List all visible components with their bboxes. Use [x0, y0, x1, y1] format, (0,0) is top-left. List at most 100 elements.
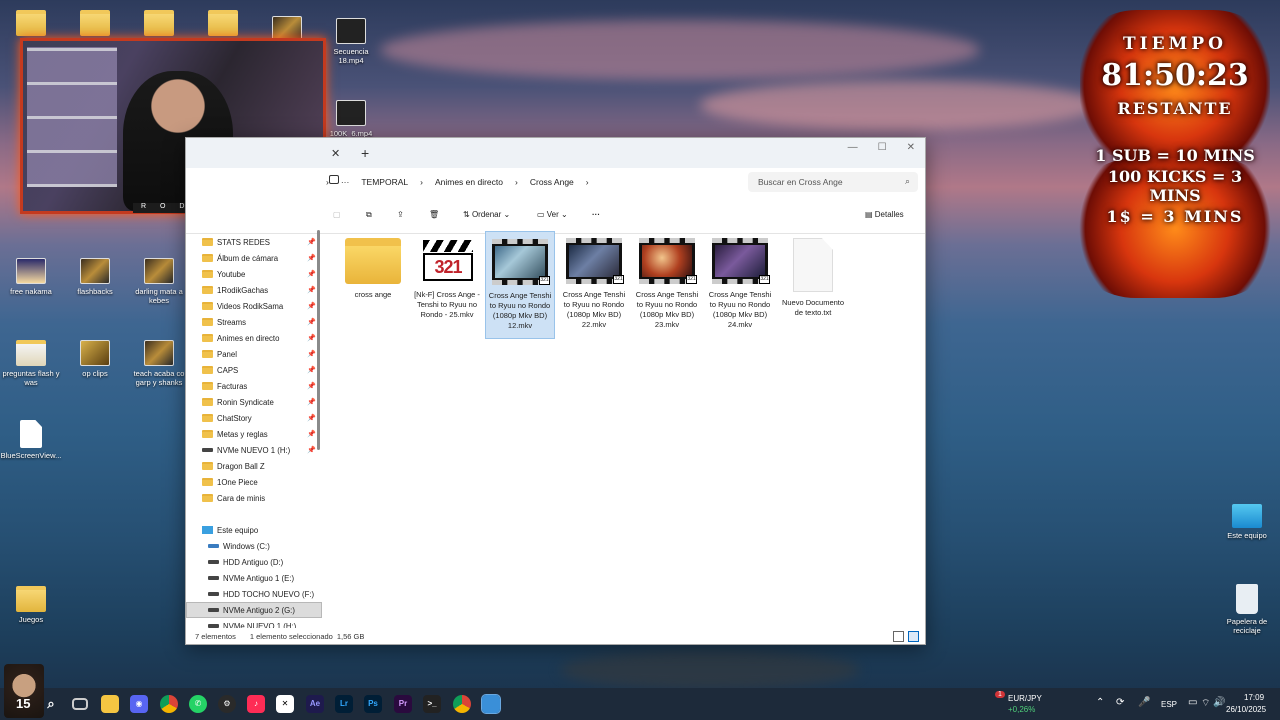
- desktop-icon[interactable]: darling mata a kebes: [128, 258, 190, 305]
- clock-time[interactable]: 17:09: [1244, 693, 1264, 702]
- file-item[interactable]: 321 Cross Ange Tenshi to Ryuu no Rondo (…: [485, 231, 555, 339]
- sidebar-item-drive[interactable]: NVMe Antiguo 1 (E:): [186, 570, 322, 586]
- desktop-icon[interactable]: op clips: [64, 340, 126, 378]
- desktop-icon[interactable]: preguntas flash y was: [0, 340, 62, 387]
- large-icons-view-icon[interactable]: [908, 631, 919, 642]
- sidebar-item-drive[interactable]: NVMe Antiguo 2 (G:): [186, 602, 322, 618]
- sidebar-item[interactable]: STATS REDES 📌: [186, 234, 322, 250]
- selection-status: 1 elemento seleccionado: [249, 631, 333, 641]
- file-item[interactable]: 321 [Nk-F] Cross Ange - Tenshi to Ryuu n…: [412, 231, 482, 339]
- sidebar-item-drive[interactable]: Windows (C:): [186, 538, 322, 554]
- language-indicator[interactable]: ESP: [1161, 700, 1177, 709]
- desktop-icon[interactable]: Este equipo: [1216, 504, 1278, 540]
- sidebar-item[interactable]: 1RodikGachas 📌: [186, 282, 322, 298]
- whatsapp-icon[interactable]: ✆: [189, 695, 207, 713]
- sidebar-item[interactable]: Dragon Ball Z: [186, 458, 322, 474]
- cut-icon[interactable]: ▢: [333, 210, 341, 219]
- sidebar-item[interactable]: Ronin Syndicate 📌: [186, 394, 322, 410]
- delete-icon[interactable]: 🗑: [429, 210, 439, 219]
- desktop-icon[interactable]: [192, 10, 254, 39]
- photos-icon[interactable]: [481, 694, 501, 714]
- desktop-icon[interactable]: [128, 10, 190, 39]
- sidebar-item[interactable]: 1One Piece: [186, 474, 322, 490]
- video-player-file-icon: 321: [419, 238, 475, 284]
- desktop-icon[interactable]: Juegos: [0, 586, 62, 624]
- sidebar-item[interactable]: CAPS 📌: [186, 362, 322, 378]
- minimize-icon[interactable]: —: [848, 142, 858, 153]
- desktop-icon[interactable]: Papelera de reciclaje: [1216, 584, 1278, 635]
- task-view-icon[interactable]: [72, 698, 88, 710]
- file-item[interactable]: Nuevo Documento de texto.txt: [778, 231, 848, 339]
- chrome-icon[interactable]: [453, 695, 471, 713]
- discord-icon[interactable]: ◉: [130, 695, 148, 713]
- sidebar-item-drive[interactable]: HDD TOCHO NUEVO (F:): [186, 586, 322, 602]
- sidebar-item[interactable]: Álbum de cámara 📌: [186, 250, 322, 266]
- desktop-icon[interactable]: teach acaba co garp y shanks: [128, 340, 190, 387]
- after-effects-icon[interactable]: Ae: [306, 695, 324, 713]
- desktop-icon[interactable]: [0, 10, 62, 39]
- sync-icon[interactable]: ⟳: [1116, 697, 1124, 708]
- sidebar-item[interactable]: NVMe NUEVO 1 (H:) 📌: [186, 442, 322, 458]
- sidebar-item-drive[interactable]: HDD Antiguo (D:): [186, 554, 322, 570]
- sidebar-item[interactable]: Videos RodikSama 📌: [186, 298, 322, 314]
- sidebar-item[interactable]: Cara de minis: [186, 490, 322, 506]
- share-icon[interactable]: ⇪: [397, 210, 404, 219]
- chevron-right-icon[interactable]: ›: [586, 177, 589, 187]
- file-item[interactable]: 321 Cross Ange Tenshi to Ryuu no Rondo (…: [632, 231, 702, 339]
- file-explorer-icon[interactable]: [101, 695, 119, 713]
- search-icon[interactable]: ⌕: [42, 695, 60, 713]
- lightroom-icon[interactable]: Lr: [335, 695, 353, 713]
- steam-icon[interactable]: ⚙: [218, 695, 236, 713]
- tiktok-icon[interactable]: ♪: [247, 695, 265, 713]
- maximize-icon[interactable]: ☐: [878, 142, 887, 153]
- photoshop-icon[interactable]: Ps: [364, 695, 382, 713]
- sidebar-item[interactable]: Facturas 📌: [186, 378, 322, 394]
- details-view-icon[interactable]: [893, 631, 904, 642]
- sidebar-item-this-pc[interactable]: Este equipo: [186, 522, 322, 538]
- sidebar-item[interactable]: Streams 📌: [186, 314, 322, 330]
- sidebar-item-label: Windows (C:): [223, 541, 270, 551]
- file-item[interactable]: cross ange: [338, 231, 408, 339]
- premiere-icon[interactable]: Pr: [394, 695, 412, 713]
- more-options-button[interactable]: ···: [592, 210, 600, 219]
- network-icon[interactable]: ▭: [1188, 697, 1197, 708]
- desktop-icon[interactable]: Secuencia 18.mp4: [320, 18, 382, 65]
- copy-icon[interactable]: ⧉: [366, 210, 372, 220]
- view-button[interactable]: ▭ Ver ⌄: [537, 210, 568, 219]
- volume-icon[interactable]: 🔊: [1213, 697, 1225, 708]
- desktop-icon[interactable]: flashbacks: [64, 258, 126, 296]
- search-input[interactable]: Buscar en Cross Ange ⌕: [748, 172, 918, 192]
- microphone-icon[interactable]: 🎤: [1138, 697, 1150, 708]
- chevron-up-icon[interactable]: ⌃: [1096, 697, 1104, 708]
- desktop-icon[interactable]: 100K_6.mp4: [320, 100, 382, 138]
- file-item[interactable]: 321 Cross Ange Tenshi to Ryuu no Rondo (…: [559, 231, 629, 339]
- close-tab-button[interactable]: ✕: [331, 147, 340, 160]
- file-item[interactable]: 321 Cross Ange Tenshi to Ryuu no Rondo (…: [705, 231, 775, 339]
- sidebar-item[interactable]: ChatStory 📌: [186, 410, 322, 426]
- breadcrumb-item[interactable]: Animes en directo: [435, 177, 503, 187]
- sidebar-item[interactable]: Metas y reglas 📌: [186, 426, 322, 442]
- new-tab-button[interactable]: +: [361, 145, 369, 161]
- folder-icon: [202, 382, 213, 390]
- sidebar-scrollbar[interactable]: [317, 230, 320, 450]
- chevron-right-icon[interactable]: ›: [326, 177, 329, 187]
- ticker-symbol[interactable]: EUR/JPY: [1008, 694, 1042, 703]
- wifi-icon[interactable]: ⌔: [1201, 697, 1210, 710]
- desktop-icon[interactable]: [64, 10, 126, 39]
- capcut-icon[interactable]: ✕: [276, 695, 294, 713]
- desktop-icon[interactable]: free nakama: [0, 258, 62, 296]
- 321-icon: 321: [423, 253, 473, 281]
- clock-date[interactable]: 26/10/2025: [1226, 705, 1266, 714]
- chrome-icon[interactable]: [160, 695, 178, 713]
- details-button[interactable]: ▤ Detalles: [865, 210, 904, 219]
- desktop-icon[interactable]: BlueScreenView...: [0, 420, 62, 460]
- sidebar-item[interactable]: Animes en directo 📌: [186, 330, 322, 346]
- sort-button[interactable]: ⇅ Ordenar ⌄: [463, 210, 510, 219]
- sidebar-item[interactable]: Youtube 📌: [186, 266, 322, 282]
- breadcrumb-item[interactable]: TEMPORAL: [361, 177, 408, 187]
- close-icon[interactable]: ✕: [907, 142, 915, 153]
- terminal-icon[interactable]: >_: [423, 695, 441, 713]
- breadcrumb-item[interactable]: Cross Ange: [530, 177, 574, 187]
- more-crumbs-icon[interactable]: ···: [341, 177, 350, 187]
- sidebar-item[interactable]: Panel 📌: [186, 346, 322, 362]
